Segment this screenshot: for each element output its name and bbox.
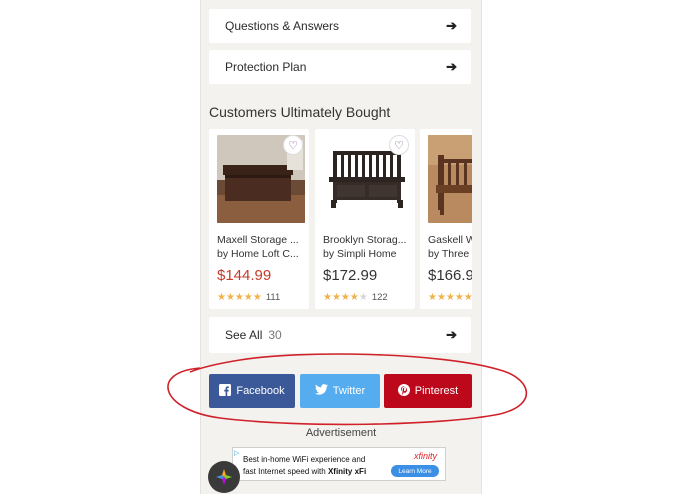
- twitter-label: Twitter: [332, 385, 366, 397]
- heart-icon[interactable]: ♡: [283, 135, 303, 155]
- twitter-share-button[interactable]: Twitter: [300, 374, 380, 408]
- product-carousel[interactable]: ♡ Maxell Storage ... by Home Loft C... $…: [209, 129, 472, 311]
- product-card[interactable]: ♡ Maxell Storage ... by Home Loft C... $…: [209, 129, 309, 309]
- facebook-share-button[interactable]: Facebook: [209, 374, 295, 408]
- ad-learn-more-button[interactable]: Learn More: [391, 465, 439, 477]
- product-name[interactable]: Maxell Storage ...: [217, 234, 307, 246]
- pinterest-icon: [397, 383, 410, 399]
- app-logo-icon[interactable]: [208, 461, 240, 493]
- pinterest-label: Pinterest: [414, 385, 459, 397]
- rating-stars: ★★★★★ 122: [323, 292, 388, 303]
- review-count: 111: [265, 292, 281, 303]
- ad-text-line2-prefix: fast Internet speed with: [243, 467, 328, 476]
- protection-plan-label: Protection Plan: [225, 60, 307, 74]
- rating-stars: ★★★★★: [428, 292, 472, 303]
- product-name[interactable]: Brooklyn Storag...: [323, 234, 413, 246]
- ad-text-line2-bold: Xfinity xFi: [327, 467, 367, 476]
- product-brand: by Three: [428, 248, 470, 260]
- heart-icon[interactable]: ♡: [389, 135, 409, 155]
- product-card[interactable]: ♡ Brooklyn Storag... by Simpli Home $172…: [315, 129, 415, 309]
- product-brand: by Simpli Home: [323, 248, 397, 260]
- product-card[interactable]: Gaskell W by Three $166.9 ★★★★★: [420, 129, 472, 309]
- arrow-right-icon: ➔: [446, 327, 457, 342]
- ad-text-line2: fast Internet speed with Xfinity xFi: [243, 467, 366, 476]
- product-price: $166.9: [428, 267, 472, 284]
- see-all-count: 30: [268, 328, 282, 342]
- facebook-icon: [219, 383, 232, 399]
- ad-text-line1: Best in-home WiFi experience and: [243, 455, 366, 464]
- mobile-page: Questions & Answers ➔ Protection Plan ➔ …: [200, 0, 482, 494]
- product-image-bench[interactable]: [428, 135, 472, 223]
- protection-plan-row[interactable]: Protection Plan ➔: [209, 50, 471, 84]
- adchoices-icon[interactable]: ▷: [234, 449, 239, 457]
- ad-banner[interactable]: ▷ Best in-home WiFi experience and fast …: [232, 447, 446, 481]
- product-brand: by Home Loft C...: [217, 248, 299, 260]
- facebook-label: Facebook: [236, 385, 285, 397]
- product-name[interactable]: Gaskell W: [428, 234, 472, 246]
- arrow-right-icon: ➔: [446, 18, 457, 33]
- review-count: 122: [371, 292, 388, 303]
- product-price: $144.99: [217, 267, 272, 284]
- see-all-label: See All 30: [225, 328, 282, 342]
- product-price: $172.99: [323, 267, 378, 284]
- arrow-right-icon: ➔: [446, 59, 457, 74]
- rating-stars: ★★★★★ 111: [217, 292, 281, 303]
- advertisement-label: Advertisement: [305, 427, 377, 439]
- pinterest-share-button[interactable]: Pinterest: [384, 374, 472, 408]
- see-all-row[interactable]: See All 30 ➔: [209, 317, 471, 353]
- section-title: Customers Ultimately Bought: [209, 104, 391, 120]
- questions-answers-row[interactable]: Questions & Answers ➔: [209, 9, 471, 43]
- ad-brand-logo: xfinity: [413, 451, 437, 461]
- questions-answers-label: Questions & Answers: [225, 19, 340, 33]
- twitter-bird-icon: [314, 384, 328, 398]
- see-all-text: See All: [225, 328, 263, 342]
